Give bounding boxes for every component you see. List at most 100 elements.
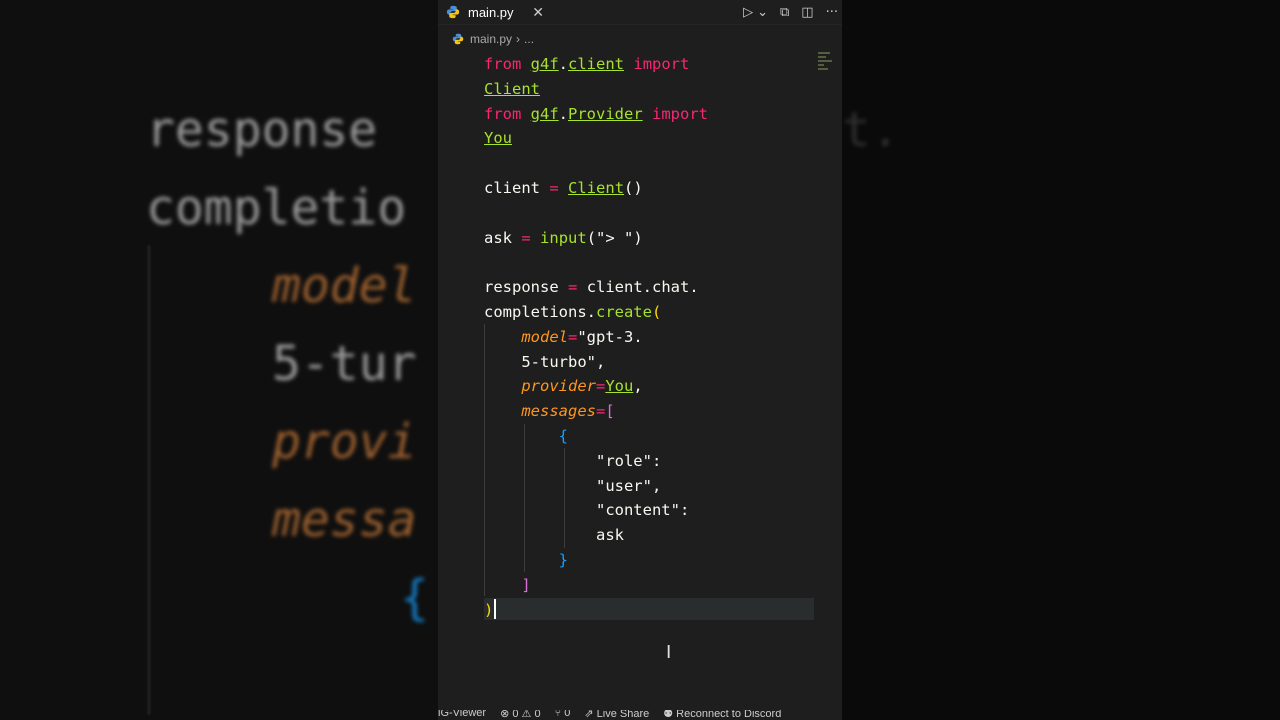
status-problems[interactable]: ⊗ 0 ⚠ 0 bbox=[500, 710, 540, 720]
tab-bar: main.py ✕ ▷ ⌄ ⧉ ◫ ··· bbox=[438, 0, 842, 25]
status-viewer[interactable]: iG-Viewer bbox=[438, 710, 486, 720]
code-line: provider=You, bbox=[484, 374, 814, 399]
text-cursor bbox=[494, 599, 496, 619]
tab-label: main.py bbox=[468, 4, 514, 20]
dot: . bbox=[558, 55, 569, 73]
status-live-share[interactable]: ⇗ Live Share bbox=[584, 710, 649, 720]
module: g4f bbox=[530, 104, 559, 123]
bg-indent-guide bbox=[148, 245, 150, 715]
keyword: from bbox=[484, 104, 522, 123]
code-line: { bbox=[484, 424, 814, 449]
status-discord[interactable]: ⚉ Reconnect to Discord bbox=[663, 710, 781, 720]
bracket: ] bbox=[521, 575, 531, 594]
code-line: } bbox=[484, 548, 814, 573]
status-bar: iG-Viewer ⊗ 0 ⚠ 0 ⑂ 0 ⇗ Live Share ⚉ Rec… bbox=[438, 710, 842, 720]
string: "> " bbox=[596, 228, 634, 247]
operator: = bbox=[595, 402, 606, 421]
code-line: Client bbox=[484, 77, 814, 102]
function-name: input bbox=[540, 228, 587, 247]
string: "role" bbox=[595, 451, 652, 470]
class-name: Client bbox=[484, 79, 540, 98]
bg-line-messages: messa bbox=[272, 492, 417, 548]
function-name: create bbox=[595, 302, 652, 321]
string: "content" bbox=[595, 501, 680, 520]
module: Provider bbox=[568, 104, 643, 123]
paren: ) bbox=[633, 228, 643, 247]
code-line: "user", bbox=[484, 474, 814, 499]
split-editor-icon[interactable]: ⧉ bbox=[780, 5, 789, 20]
code-line: from g4f.client import bbox=[484, 52, 814, 77]
bracket: } bbox=[558, 550, 568, 569]
chevron-down-icon[interactable]: ⌄ bbox=[757, 5, 768, 20]
bg-brace: { bbox=[400, 570, 429, 626]
colon: : bbox=[651, 451, 662, 470]
editor-toolbar: ▷ ⌄ ⧉ ◫ ··· bbox=[743, 0, 842, 24]
code-line: response = client.chat. bbox=[484, 275, 814, 300]
variable: client bbox=[484, 178, 540, 197]
bracket: { bbox=[558, 426, 568, 445]
close-icon[interactable]: ✕ bbox=[532, 4, 544, 21]
status-ports[interactable]: ⑂ 0 bbox=[555, 710, 571, 720]
code-line: model="gpt-3. bbox=[484, 325, 814, 350]
code-line: "role": bbox=[484, 449, 814, 474]
bg-line-right: t. bbox=[842, 102, 900, 158]
code-line: ] bbox=[484, 573, 814, 598]
operator: = bbox=[568, 327, 578, 346]
operator: = bbox=[568, 278, 578, 297]
variable: response bbox=[484, 278, 559, 297]
code-line: ) bbox=[484, 598, 814, 623]
breadcrumb-file[interactable]: main.py bbox=[470, 32, 512, 46]
code-line: You bbox=[484, 126, 814, 151]
attribute-chain: client.chat. bbox=[586, 278, 699, 297]
bracket: [ bbox=[605, 402, 615, 421]
code-line: "content": bbox=[484, 498, 814, 523]
tab-main-py[interactable]: main.py ✕ bbox=[438, 0, 556, 24]
comma: , bbox=[595, 352, 606, 371]
ibeam-cursor-icon: I bbox=[666, 642, 672, 663]
minimap[interactable] bbox=[818, 52, 834, 82]
keyword: import bbox=[633, 55, 690, 73]
bg-line-provider: provi bbox=[272, 414, 417, 470]
code-line: completions.create( bbox=[484, 300, 814, 325]
code-line: messages=[ bbox=[484, 399, 814, 424]
parens: () bbox=[624, 178, 643, 197]
dot: . bbox=[558, 104, 569, 123]
variable: ask bbox=[595, 526, 624, 545]
class-name: Client bbox=[568, 178, 625, 197]
attribute: completions. bbox=[484, 302, 596, 321]
layout-icon[interactable]: ◫ bbox=[801, 5, 813, 20]
class-name: You bbox=[484, 129, 512, 148]
keyword: import bbox=[652, 104, 709, 123]
colon: : bbox=[679, 501, 690, 520]
keyword: from bbox=[484, 55, 522, 73]
bg-line-model: model bbox=[272, 258, 417, 314]
class-name: You bbox=[605, 377, 634, 396]
code-line: ask bbox=[484, 523, 814, 548]
comma: , bbox=[651, 476, 662, 495]
bg-line-turbo: 5-tur bbox=[272, 336, 417, 392]
code-line: from g4f.Provider import bbox=[484, 102, 814, 127]
bracket: ) bbox=[484, 600, 494, 619]
string: "gpt-3. bbox=[577, 327, 643, 346]
code-area[interactable]: from g4f.client import Client from g4f.P… bbox=[484, 52, 814, 622]
python-file-icon bbox=[452, 33, 464, 45]
operator: = bbox=[549, 178, 559, 197]
bracket: ( bbox=[651, 302, 662, 321]
variable: ask bbox=[484, 228, 512, 247]
breadcrumb-more[interactable]: ... bbox=[524, 32, 534, 46]
code-line: 5-turbo", bbox=[484, 350, 814, 375]
code-editor: main.py ✕ ▷ ⌄ ⧉ ◫ ··· main.py › ... from… bbox=[438, 0, 842, 720]
operator: = bbox=[521, 228, 531, 247]
code-line: client = Client() bbox=[484, 176, 814, 201]
more-actions-icon[interactable]: ··· bbox=[826, 5, 838, 20]
breadcrumb: main.py › ... bbox=[438, 28, 842, 50]
run-icon[interactable]: ▷ bbox=[743, 5, 753, 20]
string: 5-turbo" bbox=[521, 352, 596, 371]
paren: ( bbox=[586, 228, 597, 247]
parameter: model bbox=[521, 327, 568, 346]
bg-line-response: response bbox=[146, 102, 378, 158]
code-line: ask = input("> ") bbox=[484, 226, 814, 251]
